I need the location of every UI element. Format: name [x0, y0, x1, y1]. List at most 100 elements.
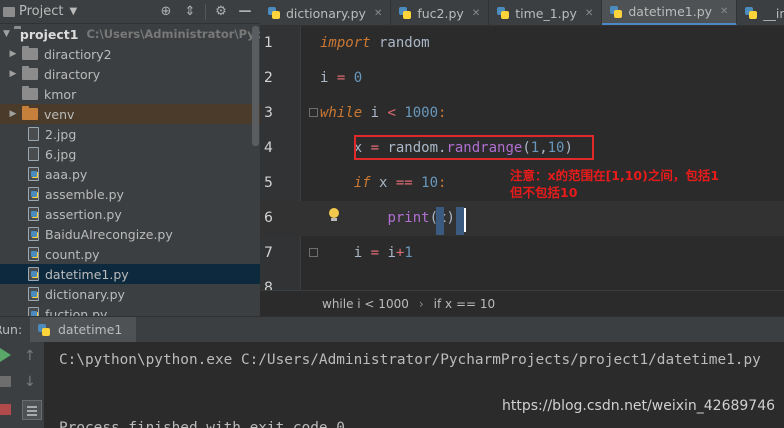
close-icon[interactable]: ✕: [585, 8, 593, 19]
gear-icon[interactable]: ⚙: [212, 3, 230, 21]
console-line: C:\python\python.exe C:/Users/Administra…: [59, 352, 761, 368]
tree-item-kmor[interactable]: kmor: [0, 84, 260, 104]
project-scrollbar[interactable]: [252, 26, 259, 146]
python-file-icon: [28, 247, 39, 261]
lightbulb-icon[interactable]: [328, 208, 340, 222]
tree-item-fuction[interactable]: fuction.py: [0, 304, 260, 316]
rerun-icon[interactable]: [0, 348, 11, 362]
code-editor[interactable]: 1 import random 2 i = 0 3 while i < 1000…: [260, 26, 784, 290]
tab-dictionary[interactable]: dictionary.py ✕: [260, 0, 392, 25]
tree-item-datetime1[interactable]: datetime1.py: [0, 264, 260, 284]
soft-wrap-icon[interactable]: [22, 400, 42, 420]
run-label: Run:: [0, 322, 23, 337]
code-line: 2 i = 0: [260, 61, 784, 96]
tree-item-2jpg[interactable]: 2.jpg: [0, 124, 260, 144]
code-text[interactable]: while i < 1000:: [320, 96, 446, 131]
code-token: ==: [395, 175, 413, 191]
python-file-icon: [28, 307, 39, 316]
project-panel-header[interactable]: Project ▼ ⊕ ⇕ ⚙ —: [0, 0, 260, 24]
close-icon[interactable]: ✕: [374, 8, 382, 19]
tree-item-dictionary[interactable]: dictionary.py: [0, 284, 260, 304]
code-token: import: [320, 35, 371, 51]
breadcrumb-item[interactable]: if x == 10: [434, 297, 495, 311]
tree-root-label: project1: [19, 26, 79, 42]
tree-item-count[interactable]: count.py: [0, 244, 260, 264]
tab-fuc2[interactable]: fuc2.py ✕: [391, 0, 490, 25]
locate-icon[interactable]: ⊕: [157, 3, 175, 21]
stop-icon[interactable]: [0, 376, 11, 387]
arrow-up-icon[interactable]: ↑: [24, 348, 40, 364]
arrow-down-icon[interactable]: ↓: [24, 374, 40, 390]
fold-marker-icon[interactable]: [309, 108, 318, 117]
tree-item-diractory[interactable]: ▶ diractory: [0, 64, 260, 84]
tab-label: datetime1.py: [628, 4, 713, 19]
run-tab[interactable]: datetime1: [30, 316, 137, 343]
tree-item-label: kmor: [44, 86, 77, 102]
project-panel-title: Project: [19, 4, 64, 19]
tree-item-assemble[interactable]: assemble.py: [0, 184, 260, 204]
bracket-match-highlight: [456, 207, 464, 235]
tree-item-label: BaiduAIrecongize.py: [45, 226, 173, 242]
code-line: 1 import random: [260, 26, 784, 61]
chevron-down-icon[interactable]: ▼: [3, 29, 10, 39]
line-number: 2: [264, 70, 273, 86]
bracket-match-highlight: [436, 207, 444, 235]
folder-icon: [22, 86, 38, 100]
tab-time-1[interactable]: time_1.py ✕: [489, 0, 603, 25]
code-token: i: [320, 70, 337, 86]
python-file-icon: [28, 227, 39, 241]
run-toolbar: ↑ ↓: [0, 342, 44, 428]
folder-icon: [3, 6, 15, 17]
code-token: 1000: [395, 105, 439, 121]
tab-datetime1[interactable]: datetime1.py ✕: [602, 0, 738, 25]
tree-item-baiduairecongize[interactable]: BaiduAIrecongize.py: [0, 224, 260, 244]
run-panel-header: Run: datetime1: [0, 316, 784, 343]
tree-item-6jpg[interactable]: 6.jpg: [0, 144, 260, 164]
image-file-icon: [28, 147, 39, 161]
tree-root[interactable]: ▼ project1 C:\Users\Administrator\Pychar…: [0, 24, 260, 44]
line-number: 4: [264, 140, 273, 156]
code-token: =: [370, 245, 380, 261]
annotation-note: 注意：x的范围在[1,10)之间，包括1 但不包括10: [510, 167, 780, 201]
tree-item-label: datetime1.py: [45, 266, 129, 282]
tree-item-assertion[interactable]: assertion.py: [0, 204, 260, 224]
code-text[interactable]: i = i+1: [320, 236, 413, 271]
chevron-right-icon[interactable]: ▶: [8, 49, 18, 59]
breadcrumb-item[interactable]: while i < 1000: [322, 297, 409, 311]
tab-init[interactable]: __init__.py: [737, 0, 784, 25]
python-file-icon: [497, 7, 510, 19]
tree-item-label: diractiory2: [44, 46, 112, 62]
close-icon[interactable]: ✕: [720, 6, 728, 17]
code-text[interactable]: import random: [320, 26, 430, 61]
close-icon[interactable]: ✕: [472, 8, 480, 19]
chevron-right-icon[interactable]: ▶: [8, 69, 18, 79]
code-text[interactable]: i = 0: [320, 61, 362, 96]
folder-icon: [22, 66, 38, 80]
code-text[interactable]: if x == 10:: [320, 166, 447, 201]
tree-item-label: 6.jpg: [45, 146, 77, 162]
tree-item-label: assertion.py: [45, 206, 122, 222]
tree-item-aaa[interactable]: aaa.py: [0, 164, 260, 184]
code-text[interactable]: print(x): [320, 201, 454, 236]
tab-label: __init__.py: [763, 5, 784, 21]
hide-icon[interactable]: —: [236, 3, 254, 21]
close-run-icon[interactable]: [0, 404, 11, 415]
watermark: https://blog.csdn.net/weixin_42689746: [502, 398, 776, 414]
python-file-icon: [38, 323, 50, 336]
chevron-right-icon[interactable]: ▶: [8, 109, 18, 119]
tree-item-venv[interactable]: ▶ venv: [0, 104, 260, 124]
tree-item-label: diractory: [44, 66, 101, 82]
run-console[interactable]: ↑ ↓ C:\python\python.exe C:/Users/Admini…: [0, 342, 784, 428]
chevron-down-icon[interactable]: ▼: [69, 6, 77, 17]
python-file-icon: [399, 7, 412, 19]
console-line: Process finished with exit code 0: [59, 420, 345, 428]
python-file-icon: [610, 5, 623, 18]
collapse-icon[interactable]: ⇕: [181, 3, 199, 21]
code-token: if: [353, 175, 371, 191]
tree-item-label: aaa.py: [45, 166, 88, 182]
line-number: 6: [264, 210, 273, 226]
fold-marker-icon[interactable]: [309, 248, 318, 257]
code-token: i: [379, 245, 396, 261]
tree-item-diractiory2[interactable]: ▶ diractiory2: [0, 44, 260, 64]
